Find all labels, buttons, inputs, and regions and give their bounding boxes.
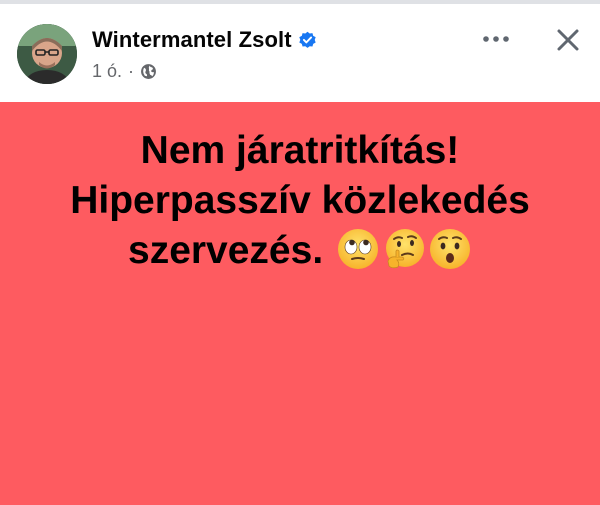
facebook-post: Wintermantel Zsolt 1 ó. · Nem járatritkí… [0,0,600,505]
post-line-3-text: szervezés. [128,229,324,272]
verified-badge-icon [298,31,317,50]
post-timestamp[interactable]: 1 ó. [92,61,122,82]
post-text: Nem járatritkítás! Hiperpasszív közleked… [20,126,580,276]
post-line-1: Nem járatritkítás! [140,129,460,172]
avatar[interactable] [17,24,77,84]
close-button[interactable] [548,20,588,60]
avatar-image [17,24,77,84]
post-meta: 1 ó. · [92,60,157,82]
close-icon [557,29,579,51]
meta-separator: · [128,60,135,81]
author-row: Wintermantel Zsolt [92,26,317,54]
post-line-3: szervezés. [20,226,580,276]
more-options-button[interactable] [474,24,518,54]
author-name[interactable]: Wintermantel Zsolt [92,27,292,53]
post-header: Wintermantel Zsolt 1 ó. · [0,4,600,102]
face-with-rolling-eyes-emoji [336,227,380,271]
more-horizontal-icon [483,36,509,42]
thinking-face-emoji [382,227,426,271]
hushed-face-emoji [428,227,472,271]
post-line-2: Hiperpasszív közlekedés [70,179,530,222]
globe-icon[interactable] [140,63,157,80]
